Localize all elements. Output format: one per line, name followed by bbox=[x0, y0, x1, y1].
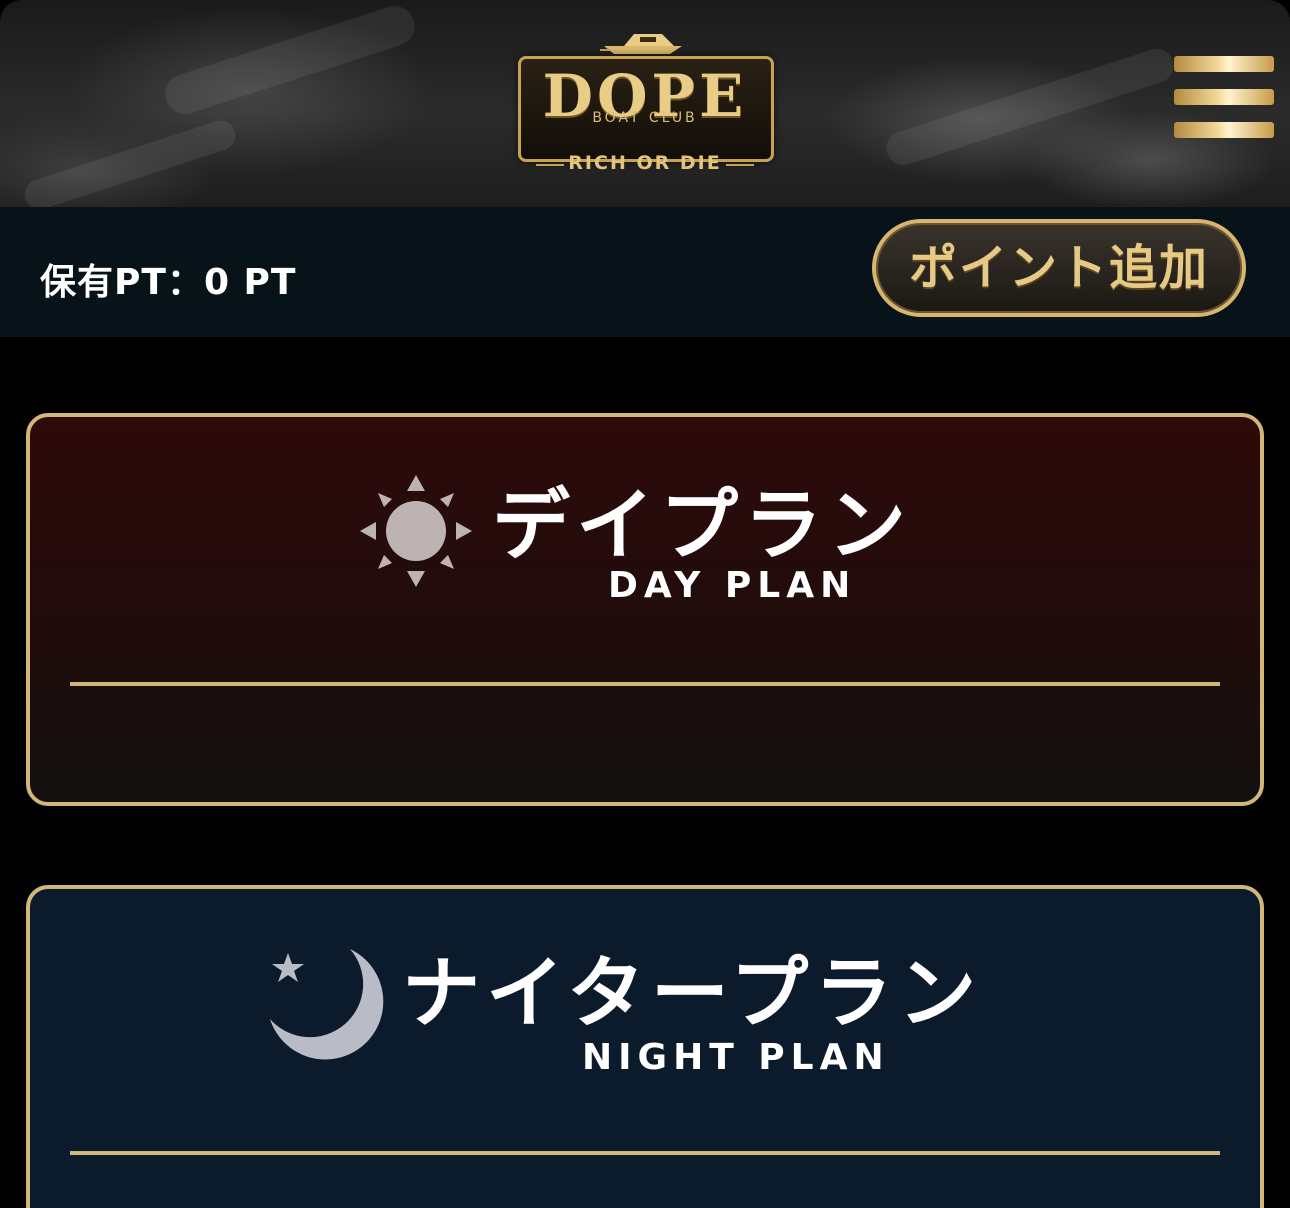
header-bg-decoration bbox=[20, 116, 240, 207]
moon-star-icon bbox=[270, 949, 384, 1060]
logo-sub: BOAT CLUB bbox=[592, 110, 698, 126]
night-plan-divider bbox=[70, 1151, 1220, 1155]
sun-icon bbox=[360, 475, 472, 587]
night-plan-card[interactable]: ナイタープラン NIGHT PLAN bbox=[26, 885, 1264, 1208]
logo-tagline: RICH OR DIE bbox=[568, 152, 722, 174]
menu-bar bbox=[1174, 122, 1274, 138]
night-plan-title-en: NIGHT PLAN bbox=[582, 1037, 890, 1078]
day-plan-card[interactable]: デイプラン DAY PLAN bbox=[26, 413, 1264, 806]
day-plan-title-jp: デイプラン bbox=[492, 480, 913, 571]
day-plan-title-en: DAY PLAN bbox=[608, 565, 857, 606]
points-balance: 保有PT：0 PT bbox=[40, 262, 297, 303]
dope-logo[interactable]: DOPE BOAT CLUB RICH OR DIE bbox=[514, 18, 776, 186]
menu-bar bbox=[1174, 89, 1274, 105]
add-points-label: ポイント追加 bbox=[908, 240, 1209, 296]
tagline-rule-right bbox=[726, 164, 754, 166]
add-points-button[interactable]: ポイント追加 bbox=[872, 219, 1246, 317]
day-plan-divider bbox=[70, 682, 1220, 686]
app-page: DOPE BOAT CLUB RICH OR DIE 保有PT：0 PT ポイン… bbox=[0, 0, 1290, 1208]
night-plan-title-jp: ナイタープラン bbox=[402, 948, 983, 1039]
hamburger-menu-icon[interactable] bbox=[1174, 56, 1274, 140]
header-bg-decoration bbox=[160, 0, 420, 120]
header-bg-decoration bbox=[882, 44, 1178, 170]
menu-bar bbox=[1174, 56, 1274, 72]
site-header: DOPE BOAT CLUB RICH OR DIE bbox=[0, 0, 1290, 207]
boat-icon bbox=[600, 34, 682, 54]
